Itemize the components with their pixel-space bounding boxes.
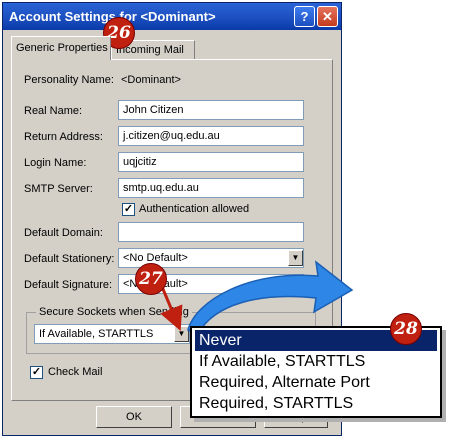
option-required-alternate-port[interactable]: Required, Alternate Port: [195, 372, 437, 393]
callout-badge-27: 27: [135, 263, 167, 295]
blue-curved-arrow: [187, 260, 354, 335]
option-required-starttls[interactable]: Required, STARTTLS: [195, 393, 437, 414]
tab-generic-properties[interactable]: Generic Properties: [11, 36, 111, 60]
callout-badge-28: 28: [390, 313, 422, 345]
option-if-available-starttls[interactable]: If Available, STARTTLS: [195, 351, 437, 372]
